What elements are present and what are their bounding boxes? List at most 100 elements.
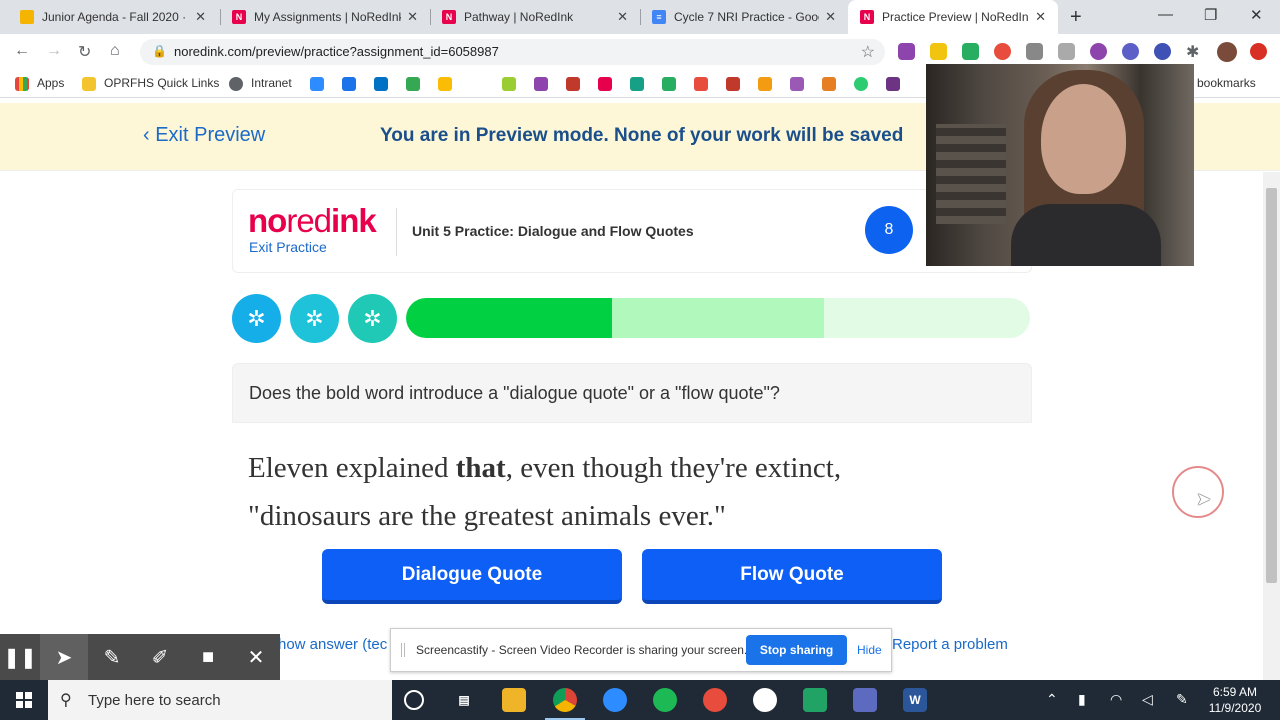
spotify-icon[interactable] (653, 688, 677, 712)
close-toolbar-icon[interactable]: ✕ (232, 634, 280, 680)
bookmark-oprfhs-quick-links[interactable]: OPRFHS Quick Links (104, 76, 219, 90)
close-tab-icon[interactable]: ✕ (195, 9, 206, 25)
extension-icon[interactable] (1090, 43, 1107, 60)
bookmark-icon[interactable] (534, 77, 548, 91)
extension-icon[interactable] (898, 43, 915, 60)
pause-icon[interactable]: ❚❚ (0, 634, 40, 680)
window-close-icon[interactable]: ✕ (1250, 6, 1263, 24)
tab-pathway[interactable]: N Pathway | NoRedInk ✕ (430, 0, 640, 34)
folder-icon (82, 77, 96, 91)
extension-icon[interactable] (1122, 43, 1139, 60)
bold-word: that (455, 452, 506, 484)
bookmark-icon[interactable] (630, 77, 644, 91)
bookmark-star-icon[interactable]: ☆ (861, 42, 875, 62)
extension-icon[interactable] (1058, 43, 1075, 60)
tab-junior-agenda[interactable]: Junior Agenda - Fall 2020 · ✕ (8, 0, 218, 34)
screen-share-bar: Screencastify - Screen Video Recorder is… (390, 628, 892, 672)
drag-handle[interactable] (401, 643, 405, 657)
bookmark-icon[interactable] (790, 77, 804, 91)
extension-icon[interactable] (962, 43, 979, 60)
microphone-icon[interactable]: ▮ (1078, 691, 1086, 708)
bookmark-icon[interactable] (758, 77, 772, 91)
task-view-icon[interactable]: ▤ (452, 688, 476, 712)
tab-title: Pathway | NoRedInk (464, 10, 574, 24)
windows-start-icon[interactable] (0, 680, 48, 720)
reload-icon[interactable]: ↻ (78, 42, 91, 62)
extensions-puzzle-icon[interactable]: ✱ (1186, 42, 1199, 62)
word-icon[interactable]: W (903, 688, 927, 712)
scroll-thumb[interactable] (1266, 188, 1277, 583)
back-icon[interactable]: ← (14, 42, 30, 60)
address-bar[interactable]: 🔒 noredink.com/preview/practice?assignme… (140, 39, 885, 65)
practice-header: noredink Exit Practice Unit 5 Practice: … (232, 189, 1032, 273)
bookmark-icon[interactable] (502, 77, 516, 91)
extension-icon[interactable] (1154, 43, 1171, 60)
chrome-icon[interactable] (553, 688, 577, 712)
tray-chevron-icon[interactable]: ⌃ (1046, 691, 1058, 708)
bookmark-icon[interactable] (726, 77, 740, 91)
question-box: Does the bold word introduce a "dialogue… (232, 363, 1032, 423)
flow-quote-button[interactable]: Flow Quote (642, 549, 942, 604)
minimize-icon[interactable]: — (1158, 6, 1173, 23)
exit-practice-link[interactable]: Exit Practice (249, 239, 327, 255)
dialogue-quote-button[interactable]: Dialogue Quote (322, 549, 622, 604)
app-icon[interactable] (753, 688, 777, 712)
home-icon[interactable]: ⌂ (110, 42, 120, 60)
bookmark-icon[interactable] (438, 77, 452, 91)
system-clock[interactable]: 6:59 AM 11/9/2020 (1200, 684, 1270, 716)
bookmark-icon[interactable] (822, 77, 836, 91)
tab-title: My Assignments | NoRedInk (254, 10, 402, 24)
bookmark-icon[interactable] (694, 77, 708, 91)
pen-icon[interactable]: ✎ (1176, 691, 1188, 708)
bookmark-icon[interactable] (374, 77, 388, 91)
excel-icon[interactable] (803, 688, 827, 712)
tab-practice-preview[interactable]: N Practice Preview | NoRedInk ✕ (848, 0, 1058, 34)
bookmark-apps[interactable]: Apps (37, 76, 64, 90)
taskbar-search[interactable]: ⚲ Type here to search (48, 680, 392, 720)
bookmark-icon[interactable] (598, 77, 612, 91)
bookmark-icon[interactable] (310, 77, 324, 91)
app-icon[interactable] (703, 688, 727, 712)
update-icon[interactable] (1250, 43, 1267, 60)
bookmark-intranet[interactable]: Intranet (251, 76, 292, 90)
bookmark-icon[interactable] (406, 77, 420, 91)
bookmark-icon[interactable] (342, 77, 356, 91)
close-tab-icon[interactable]: ✕ (1035, 9, 1046, 25)
eraser-tool-icon[interactable]: ✐ (136, 634, 184, 680)
question-prompt: Does the bold word introduce a "dialogue… (249, 383, 780, 403)
volume-icon[interactable]: ◁ (1142, 691, 1153, 708)
exit-preview-link[interactable]: ‹ Exit Preview (143, 124, 265, 147)
close-tab-icon[interactable]: ✕ (617, 9, 628, 25)
show-answer-link[interactable]: how answer (tec (278, 636, 387, 653)
extension-icon[interactable] (930, 43, 947, 60)
profile-avatar[interactable] (1217, 42, 1237, 62)
close-tab-icon[interactable]: ✕ (825, 9, 836, 25)
calculator-icon[interactable] (853, 688, 877, 712)
extension-icon[interactable] (994, 43, 1011, 60)
question-sentence: Eleven explained that, even though they'… (248, 452, 842, 532)
restore-icon[interactable]: ❐ (1204, 6, 1217, 24)
pen-tool-icon[interactable]: ✎ (88, 634, 136, 680)
bookmark-icon[interactable] (662, 77, 676, 91)
extension-icon[interactable] (1026, 43, 1043, 60)
bookmark-icon[interactable] (886, 77, 900, 91)
bookmark-icon[interactable] (854, 77, 868, 91)
file-explorer-icon[interactable] (502, 688, 526, 712)
report-problem-link[interactable]: Report a problem (892, 636, 1008, 653)
zoom-icon[interactable] (603, 688, 627, 712)
bookmark-icon[interactable] (566, 77, 580, 91)
stop-sharing-button[interactable]: Stop sharing (746, 635, 847, 665)
camera-icon[interactable]: ■ (184, 634, 232, 680)
wifi-icon[interactable]: ◠ (1110, 691, 1122, 708)
close-tab-icon[interactable]: ✕ (407, 9, 418, 25)
tab-my-assignments[interactable]: N My Assignments | NoRedInk ✕ (220, 0, 430, 34)
forward-icon[interactable]: → (46, 42, 62, 60)
cursor-tool-icon[interactable]: ➤ (40, 634, 88, 680)
new-tab-icon[interactable]: + (1070, 6, 1082, 29)
cortana-icon[interactable] (404, 690, 424, 710)
star-level-icon: ✲ (348, 294, 397, 343)
slides-icon (20, 10, 34, 24)
scrollbar[interactable] (1263, 172, 1280, 680)
tab-cycle-7[interactable]: ≡ Cycle 7 NRI Practice - Goog ✕ (640, 0, 848, 34)
hide-link[interactable]: Hide (857, 643, 882, 657)
